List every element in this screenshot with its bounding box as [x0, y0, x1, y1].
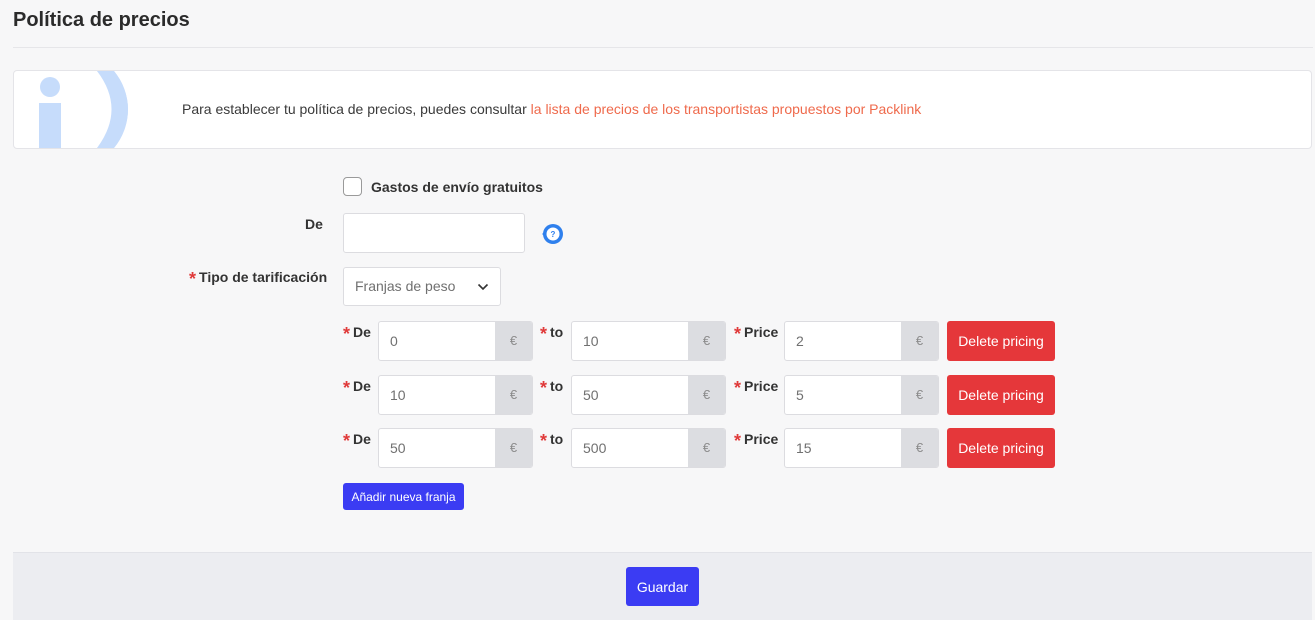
required-mark: * [343, 324, 351, 344]
range-price-label-text: Price [744, 378, 779, 394]
range-price-label-text: Price [744, 324, 779, 340]
range-from-label: * De [343, 375, 371, 398]
range-to-label: * to [540, 321, 564, 344]
required-mark: * [540, 431, 548, 451]
range-to-value: 10 [583, 333, 599, 349]
range-from-input[interactable]: 10 € [378, 375, 533, 415]
range-from-input[interactable]: 0 € [378, 321, 533, 361]
range-to-label: * to [540, 375, 564, 398]
range-to-label-text: to [550, 324, 564, 340]
range-from-label-text: De [353, 431, 371, 447]
info-box: Para establecer tu política de precios, … [13, 70, 1312, 149]
currency-addon: € [495, 376, 532, 414]
title-divider [13, 47, 1313, 48]
range-from-value: 50 [390, 440, 406, 456]
question-icon[interactable]: ? [539, 222, 565, 246]
range-price-label: * Price [734, 375, 779, 398]
currency-addon: € [688, 429, 725, 467]
from-label: De [305, 216, 323, 232]
save-button[interactable]: Guardar [626, 567, 699, 606]
info-icon [39, 71, 128, 148]
required-mark: * [734, 378, 742, 398]
currency-addon: € [495, 322, 532, 360]
range-to-input[interactable]: 500 € [571, 428, 726, 468]
required-mark: * [734, 431, 742, 451]
range-price-label: * Price [734, 321, 779, 344]
free-shipping-checkbox[interactable] [343, 177, 362, 196]
required-mark: * [540, 324, 548, 344]
range-to-value: 500 [583, 440, 607, 456]
currency-addon: € [901, 429, 938, 467]
range-price-input[interactable]: 2 € [784, 321, 939, 361]
currency-addon: € [495, 429, 532, 467]
delete-pricing-button[interactable]: Delete pricing [947, 375, 1055, 415]
required-mark: * [734, 324, 742, 344]
range-price-input[interactable]: 15 € [784, 428, 939, 468]
range-to-input[interactable]: 50 € [571, 375, 726, 415]
currency-addon: € [901, 322, 938, 360]
range-price-input[interactable]: 5 € [784, 375, 939, 415]
range-to-label-text: to [550, 378, 564, 394]
range-from-label: * De [343, 321, 371, 344]
required-mark: * [189, 269, 197, 289]
svg-text:?: ? [551, 230, 556, 239]
required-mark: * [343, 431, 351, 451]
range-from-value: 0 [390, 333, 398, 349]
range-price-value: 5 [796, 387, 804, 403]
range-to-label: * to [540, 428, 564, 451]
range-price-label: * Price [734, 428, 779, 451]
required-mark: * [540, 378, 548, 398]
range-from-label-text: De [353, 324, 371, 340]
free-shipping-label: Gastos de envío gratuitos [371, 179, 543, 195]
pricing-type-label-text: Tipo de tarificación [199, 269, 328, 285]
carrier-price-list-link[interactable]: la lista de precios de los transportista… [531, 101, 922, 117]
info-message: Para establecer tu política de precios, … [182, 101, 531, 117]
range-price-value: 2 [796, 333, 804, 349]
range-from-value: 10 [390, 387, 406, 403]
currency-addon: € [901, 376, 938, 414]
delete-pricing-button[interactable]: Delete pricing [947, 428, 1055, 468]
add-range-button[interactable]: Añadir nueva franja [343, 483, 464, 510]
range-from-input[interactable]: 50 € [378, 428, 533, 468]
required-mark: * [343, 378, 351, 398]
page-title: Política de precios [13, 9, 190, 31]
range-from-label-text: De [353, 378, 371, 394]
delete-pricing-button[interactable]: Delete pricing [947, 321, 1055, 361]
currency-addon: € [688, 322, 725, 360]
range-from-label: * De [343, 428, 371, 451]
currency-addon: € [688, 376, 725, 414]
pricing-type-value: Franjas de peso [355, 278, 456, 294]
pricing-type-select[interactable]: Franjas de peso [343, 267, 501, 306]
range-price-value: 15 [796, 440, 812, 456]
info-text: Para establecer tu política de precios, … [182, 101, 921, 117]
range-to-input[interactable]: 10 € [571, 321, 726, 361]
range-to-value: 50 [583, 387, 599, 403]
pricing-type-label: * Tipo de tarificación [189, 266, 328, 289]
chevron-down-icon [477, 283, 489, 291]
range-to-label-text: to [550, 431, 564, 447]
range-price-label-text: Price [744, 431, 779, 447]
free-shipping-from-input[interactable] [343, 213, 525, 253]
